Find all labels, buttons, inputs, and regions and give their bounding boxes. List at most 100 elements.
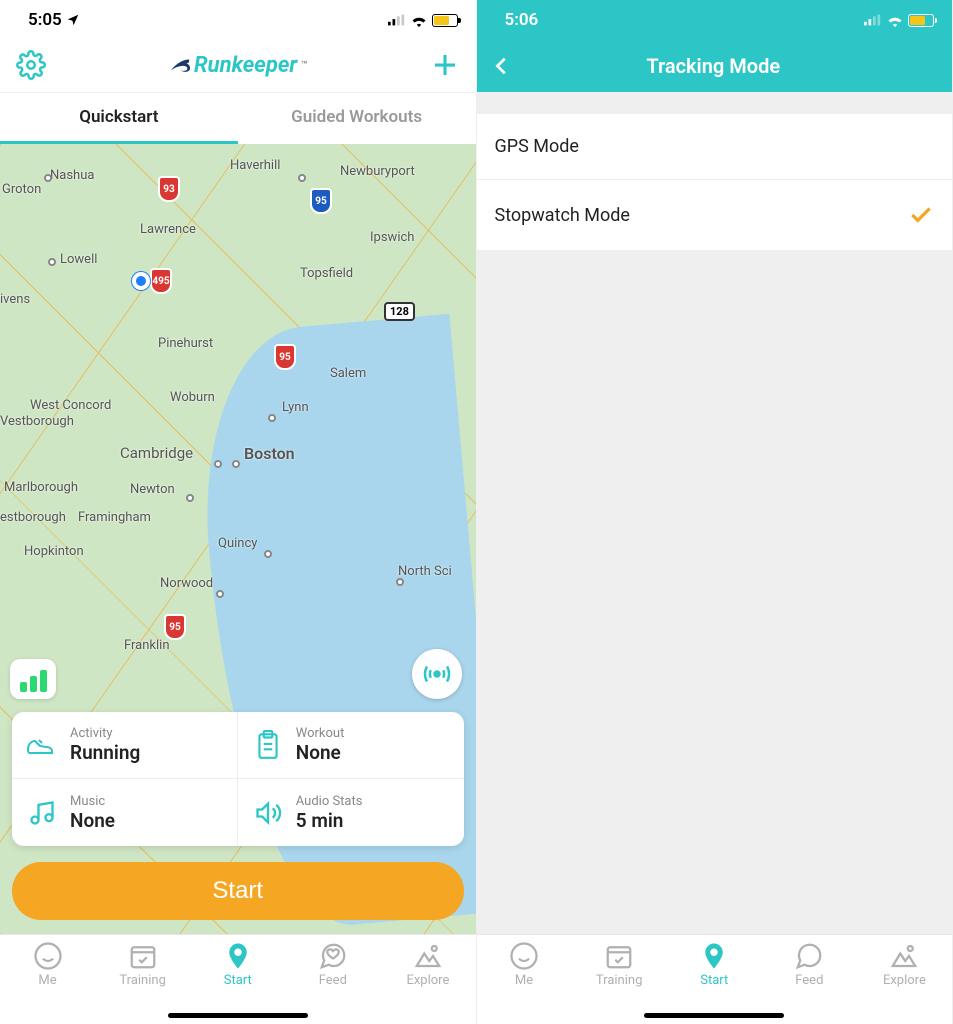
config-value: Running	[70, 741, 140, 764]
page-title: Tracking Mode	[489, 54, 939, 78]
map-city-label: Haverhill	[230, 158, 280, 173]
config-label: Workout	[296, 726, 345, 741]
tab-guided-workouts[interactable]: Guided Workouts	[238, 93, 476, 144]
interstate-shield-icon: 95	[274, 344, 296, 370]
pin-icon	[699, 941, 729, 971]
cellular-icon	[388, 14, 406, 26]
map-city-label: Lynn	[282, 400, 309, 415]
smile-icon	[509, 941, 539, 971]
mountain-icon	[413, 941, 443, 971]
route-sign: 128	[384, 302, 415, 321]
add-icon[interactable]	[430, 50, 460, 80]
tab-start[interactable]: Start	[667, 941, 762, 1024]
status-time: 5:06	[505, 10, 539, 30]
mountain-icon	[889, 941, 919, 971]
home-indicator	[644, 1013, 784, 1018]
app-header: Runkeeper™	[0, 40, 476, 93]
config-value: 5 min	[296, 809, 363, 832]
tab-feed[interactable]: Feed	[285, 941, 380, 1024]
battery-icon	[432, 14, 458, 27]
map-city-label: estborough	[0, 510, 66, 525]
live-broadcast-button[interactable]	[412, 649, 462, 699]
wifi-icon	[886, 14, 904, 27]
config-value: None	[70, 809, 115, 832]
map-city-label: Nashua	[50, 168, 94, 183]
tab-bar: Me Training Start Feed Explore	[477, 934, 953, 1024]
row-stopwatch-mode[interactable]: Stopwatch Mode	[477, 180, 953, 250]
interstate-shield-icon: 93	[158, 176, 180, 202]
pin-icon	[223, 941, 253, 971]
map-city-label: Ipswich	[370, 230, 414, 245]
row-label: Stopwatch Mode	[495, 205, 630, 226]
settings-icon[interactable]	[16, 50, 46, 80]
tab-me[interactable]: Me	[0, 941, 95, 1024]
status-bar: 5:06	[477, 0, 953, 40]
map-city-label: Woburn	[170, 390, 215, 405]
map-city-label: Newton	[130, 482, 175, 497]
row-gps-mode[interactable]: GPS Mode	[477, 114, 953, 180]
tracking-mode-body: GPS Mode Stopwatch Mode	[477, 92, 953, 934]
map-city-label: Boston	[244, 444, 295, 463]
tab-explore[interactable]: Explore	[380, 941, 475, 1024]
map-city-label: Groton	[2, 182, 41, 197]
brand-text: Runkeeper	[194, 53, 297, 78]
calendar-check-icon	[128, 941, 158, 971]
map-view[interactable]: Nashua Haverhill Newburyport Lawrence Lo…	[0, 144, 476, 934]
location-arrow-icon	[66, 13, 80, 27]
workout-config-card: ActivityRunning WorkoutNone MusicNone Au…	[12, 712, 464, 846]
smile-icon	[33, 941, 63, 971]
tab-bar: Me Training Start Feed Explore	[0, 934, 476, 1024]
map-city-label: Marlborough	[4, 480, 78, 495]
map-city-label: Vestborough	[0, 414, 74, 429]
heart-chat-icon	[794, 941, 824, 971]
heart-chat-icon	[318, 941, 348, 971]
tab-training[interactable]: Training	[572, 941, 667, 1024]
music-icon	[26, 799, 58, 827]
map-city-label: Cambridge	[120, 444, 193, 462]
map-city-label: Framingham	[78, 510, 151, 525]
config-audio-stats[interactable]: Audio Stats5 min	[238, 779, 464, 846]
tab-explore[interactable]: Explore	[857, 941, 952, 1024]
config-workout[interactable]: WorkoutNone	[238, 712, 464, 779]
map-city-label: Hopkinton	[24, 544, 84, 559]
map-city-label: Lowell	[60, 252, 97, 267]
row-label: GPS Mode	[495, 136, 579, 157]
config-music[interactable]: MusicNone	[12, 779, 238, 846]
map-city-label: Salem	[330, 366, 366, 381]
phone-tracking-mode-screen: 5:06 Tracking Mode GPS Mode Stopwatch Mo…	[477, 0, 953, 1024]
tab-start[interactable]: Start	[190, 941, 285, 1024]
map-city-label: Newburyport	[340, 164, 415, 179]
tab-quickstart[interactable]: Quickstart	[0, 93, 238, 144]
map-city-label: Topsfield	[300, 266, 353, 281]
user-location-dot	[132, 272, 150, 290]
interstate-shield-icon: 495	[150, 268, 172, 294]
map-city-label: Franklin	[124, 638, 170, 653]
map-city-label: Norwood	[160, 576, 213, 591]
shoe-icon	[26, 733, 58, 757]
config-label: Music	[70, 794, 115, 809]
config-label: Audio Stats	[296, 794, 363, 809]
tab-training[interactable]: Training	[95, 941, 190, 1024]
start-button[interactable]: Start	[12, 862, 464, 920]
app-logo: Runkeeper™	[168, 53, 308, 78]
tab-me[interactable]: Me	[477, 941, 572, 1024]
interstate-shield-icon: 95	[164, 614, 186, 640]
map-city-label: ivens	[0, 292, 30, 307]
broadcast-icon	[422, 659, 452, 689]
tab-feed[interactable]: Feed	[762, 941, 857, 1024]
battery-icon	[908, 14, 934, 27]
config-value: None	[296, 741, 345, 764]
home-indicator	[168, 1013, 308, 1018]
gps-signal-indicator[interactable]	[10, 659, 56, 699]
calendar-check-icon	[604, 941, 634, 971]
asics-spiral-icon	[168, 54, 192, 76]
map-city-label: Lawrence	[140, 222, 196, 237]
nav-header: Tracking Mode	[477, 40, 953, 92]
checkmark-icon	[908, 202, 934, 228]
phone-start-screen: 5:05 Runkeeper™ Quickstart Guided Workou…	[0, 0, 477, 1024]
config-activity[interactable]: ActivityRunning	[12, 712, 238, 779]
speaker-icon	[252, 799, 284, 827]
config-label: Activity	[70, 726, 140, 741]
clipboard-icon	[252, 730, 284, 760]
map-city-label: North Sci	[398, 564, 452, 579]
